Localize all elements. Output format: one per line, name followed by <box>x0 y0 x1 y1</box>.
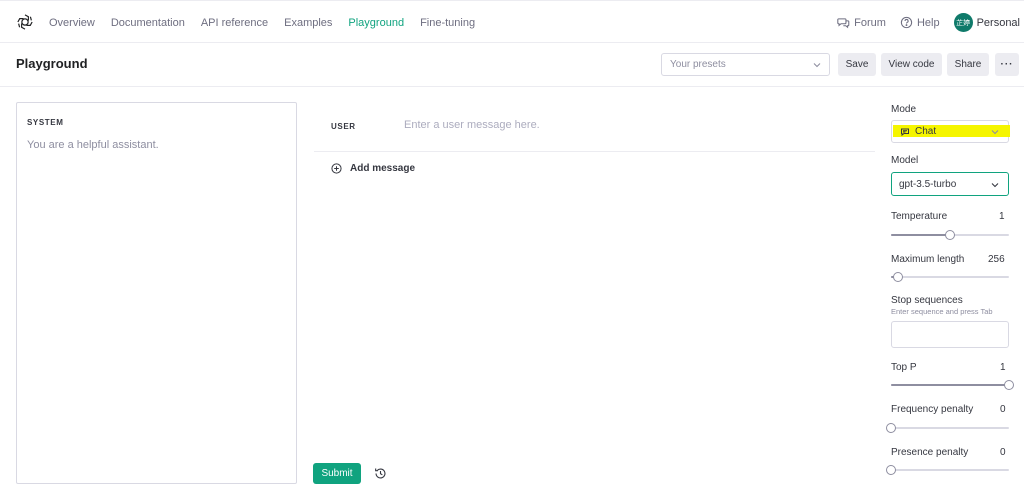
nav-fine-tuning[interactable]: Fine-tuning <box>420 17 475 29</box>
stop-sequences-label: Stop sequences <box>891 295 963 306</box>
slider-thumb[interactable] <box>893 272 904 282</box>
system-panel[interactable]: SYSTEM You are a helpful assistant. <box>16 102 297 484</box>
slider-thumb[interactable] <box>886 423 896 433</box>
presets-select[interactable]: Your presets <box>661 53 830 76</box>
max-length-label: Maximum length <box>891 254 965 265</box>
frequency-penalty-slider[interactable] <box>886 423 1009 433</box>
temperature-slider[interactable] <box>891 230 1009 240</box>
openai-logo-icon[interactable] <box>16 13 34 31</box>
slider-track <box>891 276 1009 278</box>
stop-sequences-input[interactable] <box>891 321 1009 348</box>
view-code-button[interactable]: View code <box>881 53 942 76</box>
system-prompt-text[interactable]: You are a helpful assistant. <box>27 139 159 151</box>
more-options-button[interactable]: ··· <box>995 53 1019 76</box>
help-label: Help <box>916 16 940 29</box>
mode-value-wrap: Chat <box>900 126 936 137</box>
presence-penalty-label: Presence penalty <box>891 447 969 458</box>
add-message-button[interactable]: Add message <box>331 163 415 174</box>
help-link[interactable]: Help <box>900 16 940 29</box>
chevron-down-icon <box>991 130 999 135</box>
playground-header: Playground Your presets Save View code S… <box>0 44 1024 87</box>
nav-examples[interactable]: Examples <box>284 17 332 29</box>
submit-button[interactable]: Submit <box>313 463 361 484</box>
slider-track <box>891 469 1009 471</box>
top-p-value: 1 <box>1000 362 1006 373</box>
model-select[interactable]: gpt-3.5-turbo <box>891 172 1009 196</box>
nav-documentation[interactable]: Documentation <box>111 17 185 29</box>
frequency-penalty-value: 0 <box>1000 404 1006 415</box>
top-p-label: Top P <box>891 362 917 373</box>
plus-circle-icon <box>331 163 342 174</box>
slider-track <box>891 427 1009 429</box>
user-role-label[interactable]: USER <box>331 122 356 131</box>
avatar: 芷婷 <box>953 13 973 32</box>
max-length-value: 256 <box>988 254 1005 265</box>
top-p-slider[interactable] <box>891 380 1014 390</box>
max-length-slider[interactable] <box>891 272 1009 282</box>
forum-label: Forum <box>854 16 886 29</box>
model-value: gpt-3.5-turbo <box>899 179 957 190</box>
chevron-down-icon <box>991 183 999 188</box>
presence-penalty-slider[interactable] <box>886 465 1009 475</box>
chat-icon <box>901 128 909 136</box>
temperature-value: 1 <box>999 211 1005 222</box>
page-title: Playground <box>16 56 88 71</box>
forum-icon <box>837 18 850 29</box>
top-nav: Overview Documentation API reference Exa… <box>0 0 1024 43</box>
nav-links: Overview Documentation API reference Exa… <box>49 1 475 44</box>
chevron-down-icon <box>813 63 821 68</box>
stop-sequences-hint: Enter sequence and press Tab <box>891 307 993 316</box>
model-label: Model <box>891 155 919 166</box>
forum-link[interactable]: Forum <box>837 16 886 29</box>
save-button[interactable]: Save <box>838 53 876 76</box>
presence-penalty-value: 0 <box>1000 447 1006 458</box>
presets-placeholder: Your presets <box>670 59 726 70</box>
temperature-label: Temperature <box>891 211 948 222</box>
nav-playground[interactable]: Playground <box>348 17 404 29</box>
chat-divider <box>314 151 875 152</box>
system-label: SYSTEM <box>27 118 64 127</box>
help-icon <box>900 16 913 29</box>
mode-select[interactable]: Chat <box>891 120 1010 143</box>
slider-thumb[interactable] <box>1004 380 1014 390</box>
share-button[interactable]: Share <box>947 53 989 76</box>
slider-fill <box>891 384 1009 386</box>
mode-label: Mode <box>891 104 917 115</box>
account-label: Personal <box>976 16 1020 29</box>
history-icon[interactable] <box>374 467 387 480</box>
slider-thumb[interactable] <box>945 230 955 240</box>
slider-thumb[interactable] <box>886 465 896 475</box>
mode-value: Chat <box>915 126 937 137</box>
nav-overview[interactable]: Overview <box>49 17 95 29</box>
account-menu[interactable]: 芷婷 Personal <box>953 13 1020 32</box>
user-message-input[interactable] <box>404 119 864 131</box>
slider-fill <box>891 234 950 236</box>
add-message-label: Add message <box>350 163 416 174</box>
nav-api-reference[interactable]: API reference <box>201 17 268 29</box>
nav-right: Forum Help 芷婷 Personal <box>837 1 1020 44</box>
frequency-penalty-label: Frequency penalty <box>891 404 974 415</box>
